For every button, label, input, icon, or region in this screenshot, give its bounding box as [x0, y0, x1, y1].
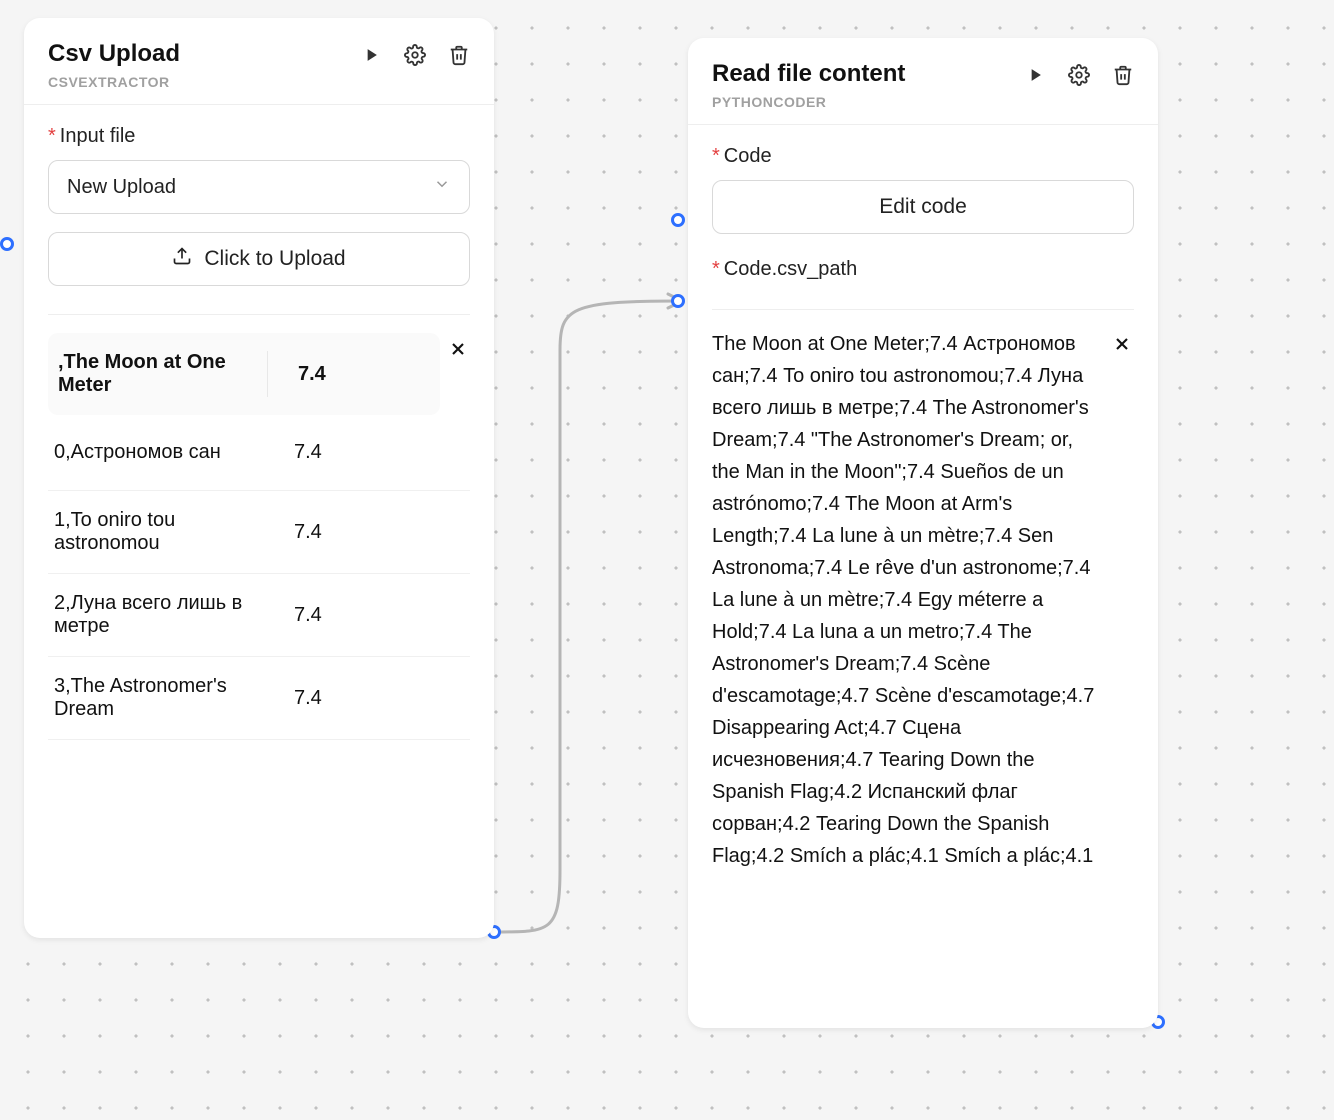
- table-cell: 7.4: [276, 441, 322, 464]
- table-cell: 7.4: [276, 687, 322, 710]
- table-row: 2,Луна всего лишь в метре 7.4: [48, 574, 470, 657]
- input-file-label: *Input file: [48, 125, 470, 148]
- chevron-down-icon: [433, 175, 451, 199]
- code-label: *Code: [712, 145, 1134, 168]
- output-text: The Moon at One Meter;7.4 Астрономов сан…: [712, 328, 1134, 872]
- node-header: Csv Upload CSVEXTRACTOR: [24, 18, 494, 105]
- table-cell: 0,Астрономов сан: [54, 441, 264, 464]
- node-header: Read file content PYTHONCODER: [688, 38, 1158, 125]
- code-csv-path-label: *Code.csv_path: [712, 258, 1134, 281]
- upload-icon: [172, 246, 192, 272]
- trash-icon[interactable]: [448, 44, 470, 66]
- table-cell: 7.4: [276, 521, 322, 544]
- connector-line: [490, 210, 700, 950]
- gear-icon[interactable]: [404, 44, 426, 66]
- divider: [48, 314, 470, 315]
- node-subtitle: PYTHONCODER: [712, 94, 905, 110]
- node-title: Csv Upload: [48, 40, 180, 68]
- node-canvas[interactable]: Csv Upload CSVEXTRACTOR *Input file New …: [0, 0, 1334, 1120]
- table-cell: 1,To oniro tou astronomou: [54, 509, 264, 555]
- node-read-file[interactable]: Read file content PYTHONCODER *Code Edit…: [688, 38, 1158, 1028]
- node-title: Read file content: [712, 60, 905, 88]
- close-icon[interactable]: [1112, 334, 1132, 359]
- play-icon[interactable]: [1024, 64, 1046, 86]
- table-cell: 7.4: [276, 604, 322, 627]
- table-header-col2: 7.4: [280, 363, 326, 386]
- trash-icon[interactable]: [1112, 64, 1134, 86]
- port-right-in-top[interactable]: [671, 213, 685, 227]
- divider: [712, 309, 1134, 310]
- port-left-in[interactable]: [0, 237, 14, 251]
- table-header-col1: ,The Moon at One Meter: [58, 351, 268, 397]
- table-row: 1,To oniro tou astronomou 7.4: [48, 491, 470, 574]
- select-value: New Upload: [67, 176, 176, 199]
- table-row: 0,Астрономов сан 7.4: [48, 415, 470, 491]
- node-csv-upload[interactable]: Csv Upload CSVEXTRACTOR *Input file New …: [24, 18, 494, 938]
- table-header-row: ,The Moon at One Meter 7.4: [48, 333, 440, 415]
- click-to-upload-button[interactable]: Click to Upload: [48, 232, 470, 286]
- edit-code-button[interactable]: Edit code: [712, 180, 1134, 234]
- upload-button-label: Click to Upload: [204, 247, 345, 271]
- upload-type-select[interactable]: New Upload: [48, 160, 470, 214]
- table-row: 3,The Astronomer's Dream 7.4: [48, 657, 470, 740]
- close-icon[interactable]: [448, 339, 468, 364]
- table-cell: 2,Луна всего лишь в метре: [54, 592, 264, 638]
- gear-icon[interactable]: [1068, 64, 1090, 86]
- play-icon[interactable]: [360, 44, 382, 66]
- table-cell: 3,The Astronomer's Dream: [54, 675, 264, 721]
- port-right-in-path[interactable]: [671, 294, 685, 308]
- node-subtitle: CSVEXTRACTOR: [48, 74, 180, 90]
- data-preview-table: ,The Moon at One Meter 7.4 0,Астрономов …: [48, 333, 470, 740]
